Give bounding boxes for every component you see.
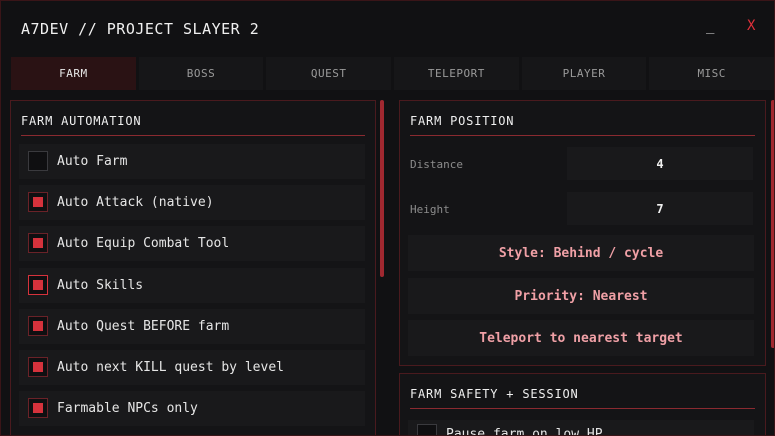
checkbox[interactable] [28,233,48,253]
left-scrollbar[interactable] [380,100,384,277]
toggle-label: Auto Farm [57,154,128,169]
checkbox[interactable] [417,424,437,435]
tab-farm[interactable]: FARM [11,57,136,90]
toggle-auto-farm[interactable]: Auto Farm [19,144,365,179]
checkbox[interactable] [28,151,48,171]
tab-bar: FARM BOSS QUEST TELEPORT PLAYER MISC [11,57,774,90]
toggle-label: Auto next KILL quest by level [57,360,284,375]
checkbox[interactable] [28,275,48,295]
close-button[interactable]: X [747,18,755,34]
tab-misc[interactable]: MISC [649,57,774,90]
panel-title: FARM POSITION [410,114,515,128]
distance-input[interactable]: 4 [567,147,753,180]
window-title: A7DEV // PROJECT SLAYER 2 [21,20,260,38]
title-bar[interactable]: A7DEV // PROJECT SLAYER 2 _ X [1,1,774,53]
toggle-label: Pause farm on low HP [446,427,603,436]
toggle-auto-quest[interactable]: Auto Quest BEFORE farm [19,309,365,344]
tab-player[interactable]: PLAYER [521,57,647,90]
divider [410,408,755,409]
checkbox[interactable] [28,192,48,212]
panel-title: FARM SAFETY + SESSION [410,387,579,401]
toggle-auto-next-kill-quest[interactable]: Auto next KILL quest by level [19,350,365,385]
minimize-button[interactable]: _ [706,18,714,34]
app-window: A7DEV // PROJECT SLAYER 2 _ X FARM BOSS … [0,0,775,436]
toggle-pause-low-hp[interactable]: Pause farm on low HP [408,420,754,436]
toggle-auto-attack[interactable]: Auto Attack (native) [19,185,365,220]
toggle-label: Farmable NPCs only [57,401,198,416]
height-label: Height [410,203,450,216]
farm-position-panel: FARM POSITION Distance 4 Height 7 Style:… [399,100,766,366]
tab-teleport[interactable]: TELEPORT [394,57,519,90]
tab-quest[interactable]: QUEST [266,57,392,90]
tab-boss[interactable]: BOSS [138,57,264,90]
style-button[interactable]: Style: Behind / cycle [408,235,754,271]
priority-button[interactable]: Priority: Nearest [408,278,754,314]
farm-safety-panel: FARM SAFETY + SESSION Pause farm on low … [399,373,766,436]
teleport-nearest-button[interactable]: Teleport to nearest target [408,320,754,356]
right-scrollbar[interactable] [771,100,774,348]
toggle-auto-equip[interactable]: Auto Equip Combat Tool [19,226,365,261]
checkbox[interactable] [28,398,48,418]
toggle-farmable-npcs[interactable]: Farmable NPCs only [19,391,365,426]
divider [21,135,365,136]
height-input[interactable]: 7 [567,192,753,225]
toggle-label: Auto Quest BEFORE farm [57,319,230,334]
toggle-label: Auto Equip Combat Tool [57,236,230,251]
checkbox[interactable] [28,357,48,377]
toggle-label: Auto Skills [57,278,144,293]
toggle-label: Auto Attack (native) [57,195,214,210]
checkbox[interactable] [28,316,48,336]
distance-label: Distance [410,158,463,171]
divider [410,135,755,136]
toggle-auto-skills[interactable]: Auto Skills [19,268,365,303]
panel-title: FARM AUTOMATION [21,114,142,128]
